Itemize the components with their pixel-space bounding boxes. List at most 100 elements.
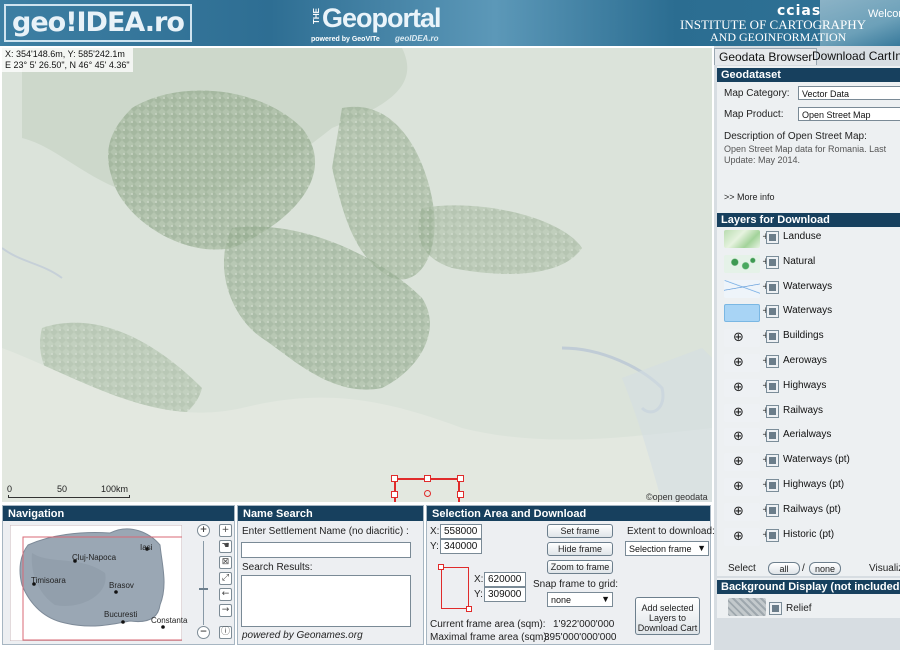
zoom-to-layer-icon[interactable]: ⊕	[724, 502, 760, 521]
zoom-out-button[interactable]: −	[197, 626, 210, 639]
frame-center-handle[interactable]	[424, 490, 431, 497]
relief-checkbox[interactable]	[769, 602, 782, 615]
layer-thumbnail	[724, 230, 760, 248]
layer-checkbox[interactable]	[766, 528, 779, 542]
zoom-extent-icon[interactable]: ⊠	[219, 556, 232, 569]
background-title: Background Display (not included in down…	[717, 580, 900, 594]
frame-handle[interactable]	[457, 491, 464, 498]
description-text: Open Street Map data for Romania. Last U…	[724, 144, 887, 165]
layer-checkbox[interactable]	[766, 429, 779, 443]
layer-checkbox[interactable]	[766, 330, 779, 344]
layer-checkbox[interactable]	[766, 280, 779, 294]
visualize-link[interactable]: Visualize	[869, 563, 900, 574]
zoom-slider-track[interactable]	[203, 541, 204, 625]
map-product-select[interactable]: Open Street Map	[798, 107, 900, 121]
max-area-value: 395'000'000'000	[544, 632, 617, 643]
zoom-to-layer-icon[interactable]: ⊕	[724, 428, 760, 447]
zoom-full-icon[interactable]: ⤢	[219, 572, 232, 585]
pan-hand-icon[interactable]: ☚	[219, 540, 232, 553]
next-view-icon[interactable]: →	[219, 604, 232, 617]
more-info-link[interactable]: >> More info	[724, 192, 775, 202]
chevron-down-icon: ▼	[697, 543, 706, 553]
city-label: Brasov	[109, 581, 134, 590]
frame-handle[interactable]	[457, 475, 464, 482]
layer-checkbox[interactable]	[766, 355, 779, 368]
settlement-prompt: Enter Settlement Name (no diacritic) :	[242, 526, 409, 537]
search-results-list[interactable]	[241, 575, 411, 627]
layer-item[interactable]: + Landuse	[724, 229, 900, 251]
extent-select[interactable]: Selection frame ▼	[625, 541, 709, 556]
layer-checkbox[interactable]	[766, 305, 779, 319]
layer-item[interactable]: ⊕ + Highways	[724, 378, 900, 400]
layer-item[interactable]: + Waterways	[724, 303, 900, 325]
previous-view-icon[interactable]: ←	[219, 588, 232, 601]
frame-diagram	[441, 567, 469, 609]
zoom-to-layer-icon[interactable]: ⊕	[724, 527, 760, 546]
zoom-to-layer-icon[interactable]: ⊕	[724, 453, 760, 472]
layer-item[interactable]: ⊕ + Aeroways	[724, 353, 900, 375]
layer-checkbox[interactable]	[766, 454, 779, 468]
geonames-credit[interactable]: powered by Geonames.org	[242, 630, 363, 641]
navigation-title: Navigation	[3, 506, 234, 521]
zoom-to-layer-icon[interactable]: ⊕	[724, 378, 760, 397]
set-frame-button[interactable]: Set frame	[547, 524, 613, 538]
layer-name: Historic (pt)	[783, 528, 835, 540]
frame-handle[interactable]	[391, 491, 398, 498]
map-category-select[interactable]: Vector Data	[798, 86, 900, 100]
frame-handle[interactable]	[391, 475, 398, 482]
zoom-box-icon[interactable]: +	[219, 524, 232, 537]
add-to-cart-button[interactable]: Add selected Layers to Download Cart	[635, 597, 700, 635]
layer-checkbox[interactable]	[766, 255, 779, 269]
zoom-to-frame-button[interactable]: Zoom to frame	[547, 560, 613, 574]
frame-corner-marker	[466, 606, 472, 612]
layer-item[interactable]: + Natural	[724, 254, 900, 276]
hide-frame-button[interactable]: Hide frame	[547, 542, 613, 556]
y2-input[interactable]: 309000	[484, 587, 526, 602]
layer-thumbnail	[724, 254, 760, 273]
map-view[interactable]	[2, 48, 712, 502]
layer-checkbox[interactable]	[766, 379, 779, 393]
layer-item[interactable]: ⊕ + Historic (pt)	[724, 527, 900, 549]
layer-checkbox[interactable]	[766, 503, 779, 517]
max-area-label: Maximal frame area (sqm):	[430, 632, 550, 643]
x1-input[interactable]: 558000	[440, 524, 482, 539]
info-icon[interactable]: ⓘ	[219, 626, 232, 639]
institute-name-line2: AND GEOINFORMATION	[710, 30, 847, 44]
coords-xy: X: 354'148.6m, Y: 585'242.1m	[5, 49, 125, 59]
x2-label: X:	[474, 574, 484, 585]
zoom-to-layer-icon[interactable]: ⊕	[724, 403, 760, 422]
selection-title: Selection Area and Download	[427, 506, 710, 521]
layer-name: Aeroways	[783, 355, 827, 366]
y1-input[interactable]: 340000	[440, 539, 482, 554]
layer-name: Waterways	[783, 280, 833, 292]
layer-item[interactable]: ⊕ + Aerialways	[724, 427, 900, 449]
zoom-in-button[interactable]: +	[197, 524, 210, 537]
snap-select[interactable]: none ▼	[547, 592, 613, 607]
x2-input[interactable]: 620000	[484, 572, 526, 587]
map-category-label: Map Category:	[724, 88, 790, 99]
tab-geodata-browser[interactable]: Geodata Browser	[714, 48, 818, 65]
geoidea-logo[interactable]: geo!IDEA.ro	[4, 4, 192, 42]
geoportal-powered-by: powered by GeoVITe	[311, 36, 380, 43]
layer-checkbox[interactable]	[766, 404, 779, 418]
layer-checkbox[interactable]	[766, 231, 779, 244]
layer-checkbox[interactable]	[766, 479, 779, 492]
layer-item[interactable]: ⊕ + Buildings	[724, 328, 900, 350]
zoom-to-layer-icon[interactable]: ⊕	[724, 478, 760, 496]
tab-info[interactable]: Info	[888, 48, 900, 65]
layer-item[interactable]: ⊕ + Highways (pt)	[724, 477, 900, 499]
geoportal-subtitle: geoIDEA.ro	[395, 34, 439, 43]
layer-item[interactable]: ⊕ + Railways	[724, 403, 900, 425]
select-none-button[interactable]: none	[809, 562, 841, 575]
layer-item[interactable]: ⊕ + Railways (pt)	[724, 502, 900, 524]
layer-item[interactable]: + Waterways	[724, 279, 900, 301]
frame-handle[interactable]	[424, 475, 431, 482]
zoom-to-layer-icon[interactable]: ⊕	[724, 329, 760, 348]
select-all-button[interactable]: all	[768, 562, 800, 575]
tab-download-cart[interactable]: Download Cart	[808, 48, 895, 65]
zoom-slider-thumb[interactable]	[199, 588, 208, 590]
settlement-search-input[interactable]	[241, 542, 411, 558]
snap-label: Snap frame to grid:	[533, 579, 619, 590]
layer-item[interactable]: ⊕ + Waterways (pt)	[724, 452, 900, 474]
zoom-to-layer-icon[interactable]: ⊕	[724, 354, 760, 372]
